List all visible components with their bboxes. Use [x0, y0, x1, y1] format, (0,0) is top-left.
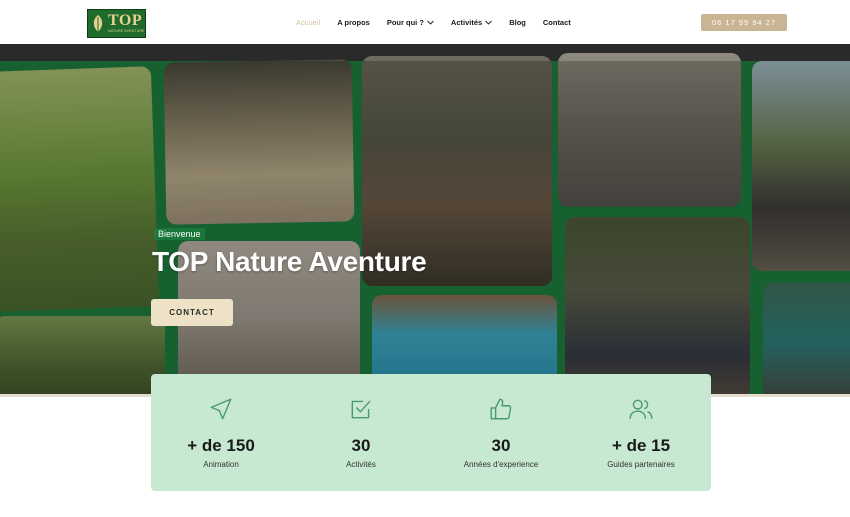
- stat-experience: 30 Années d'experience: [431, 374, 571, 491]
- stat-label: Animation: [203, 460, 239, 469]
- chevron-down-icon: [485, 20, 493, 25]
- stat-activites: 30 Activités: [291, 374, 431, 491]
- nav-label: Blog: [509, 17, 526, 27]
- site-header: TOP NATURE AVENTURE Accueil A propos Pou…: [0, 0, 850, 44]
- nav-label: Accueil: [296, 17, 321, 27]
- chevron-down-icon: [427, 20, 434, 25]
- nav-label: A propos: [337, 17, 370, 27]
- nav-label: Contact: [542, 17, 571, 27]
- nav-blog[interactable]: Blog: [509, 18, 526, 27]
- stat-value: + de 15: [611, 436, 671, 455]
- leaf-icon: [93, 14, 103, 33]
- hero-overlay: [0, 61, 850, 396]
- nav-label: Activités: [450, 17, 483, 27]
- phone-button[interactable]: 06 17 99 94 27: [701, 14, 787, 31]
- nav-accueil[interactable]: Accueil: [296, 18, 320, 27]
- contact-button[interactable]: CONTACT: [151, 299, 233, 326]
- stat-label: Activités: [346, 460, 376, 469]
- main-nav: Accueil A propos Pour qui ? Activités Bl…: [296, 0, 588, 44]
- logo-subtitle: NATURE AVENTURE: [108, 29, 145, 34]
- nav-label: Pour qui ?: [386, 17, 424, 27]
- welcome-badge: Bienvenue: [154, 228, 205, 240]
- checkbox-icon: [351, 400, 371, 419]
- stat-value: 30: [351, 436, 371, 455]
- stats-panel: + de 150 Animation 30 Activités 30 Année…: [151, 374, 711, 491]
- hero-section: [0, 44, 850, 396]
- stat-value: + de 150: [187, 436, 255, 455]
- nav-contact[interactable]: Contact: [543, 18, 571, 27]
- thumbs-up-icon: [490, 398, 512, 420]
- nav-pour-qui[interactable]: Pour qui ?: [387, 18, 434, 27]
- hero-title: TOP Nature Aventure: [152, 246, 427, 277]
- stat-label: Années d'experience: [463, 460, 539, 469]
- stat-guides: + de 15 Guides partenaires: [571, 374, 711, 491]
- nav-activites[interactable]: Activités: [450, 17, 493, 27]
- stat-label: Guides partenaires: [607, 460, 675, 469]
- nav-a-propos[interactable]: A propos: [337, 18, 370, 27]
- site-logo[interactable]: TOP NATURE AVENTURE: [87, 9, 146, 38]
- stat-value: 30: [491, 436, 511, 455]
- users-icon: [629, 399, 653, 419]
- logo-text: TOP: [108, 12, 143, 30]
- paper-plane-icon: [210, 398, 232, 420]
- stat-animation: + de 150 Animation: [151, 374, 291, 491]
